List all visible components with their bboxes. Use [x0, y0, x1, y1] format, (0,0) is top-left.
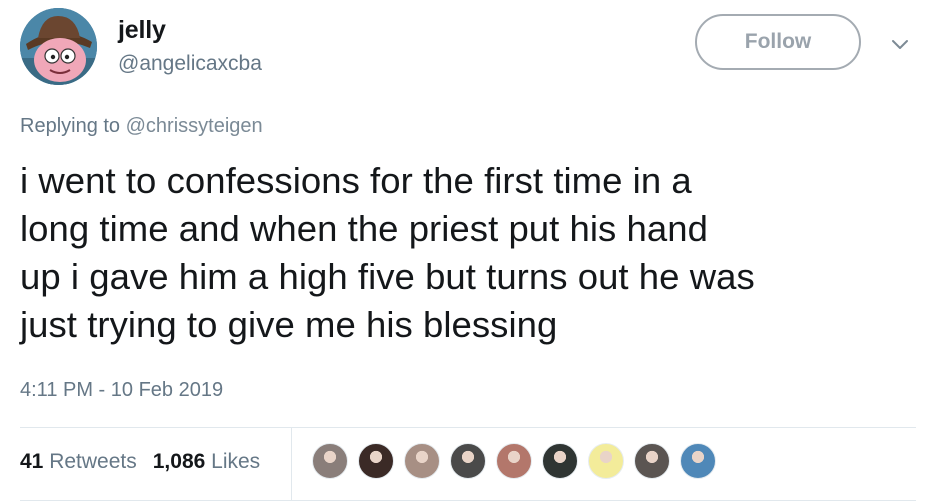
liker-avatar[interactable]	[588, 443, 624, 479]
retweets-count: 41	[20, 450, 44, 473]
replying-to: Replying to @chrissyteigen	[20, 115, 263, 138]
user-handle[interactable]: @angelicaxcba	[118, 52, 262, 76]
avatar-image	[20, 8, 97, 85]
liker-avatars	[312, 443, 726, 479]
tweet-text-line: i went to confessions for the first time…	[20, 160, 692, 201]
liker-avatar[interactable]	[450, 443, 486, 479]
likes-label: Likes	[211, 450, 261, 473]
likes-stat[interactable]: 1,086 Likes	[153, 450, 260, 474]
chevron-down-icon[interactable]	[888, 32, 912, 56]
retweets-label: Retweets	[49, 450, 137, 473]
user-avatar[interactable]	[20, 8, 97, 85]
tweet-text: i went to confessions for the first time…	[20, 157, 920, 349]
stats-separator	[291, 428, 292, 500]
divider	[20, 500, 916, 501]
tweet-header: jelly @angelicaxcba Follow	[20, 8, 920, 88]
tweet-stats: 41 Retweets 1,086 Likes	[20, 450, 276, 474]
tweet-text-line: long time and when the priest put his ha…	[20, 208, 708, 249]
liker-avatar[interactable]	[680, 443, 716, 479]
tweet-timestamp[interactable]: 4:11 PM - 10 Feb 2019	[20, 379, 223, 402]
liker-avatar[interactable]	[404, 443, 440, 479]
liker-avatar[interactable]	[634, 443, 670, 479]
follow-button[interactable]: Follow	[695, 14, 861, 70]
liker-avatar[interactable]	[496, 443, 532, 479]
replying-to-label: Replying to	[20, 115, 121, 137]
tweet-text-line: just trying to give me his blessing	[20, 304, 558, 345]
tweet-text-line: up i gave him a high five but turns out …	[20, 256, 755, 297]
replying-to-user-link[interactable]: @chrissyteigen	[126, 115, 263, 137]
liker-avatar[interactable]	[542, 443, 578, 479]
liker-avatar[interactable]	[312, 443, 348, 479]
likes-count: 1,086	[152, 450, 206, 473]
retweets-stat[interactable]: 41 Retweets	[20, 450, 137, 474]
user-display-name[interactable]: jelly	[118, 16, 166, 45]
divider	[20, 427, 916, 428]
liker-avatar[interactable]	[358, 443, 394, 479]
